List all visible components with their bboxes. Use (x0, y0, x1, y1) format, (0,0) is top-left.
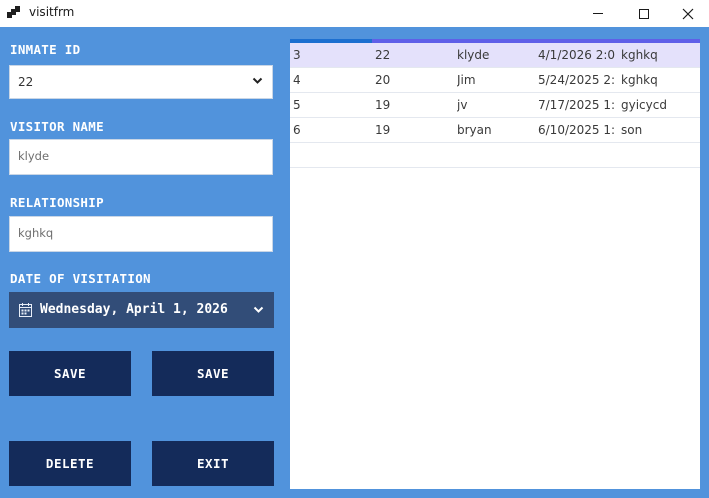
save-button[interactable]: SAVE (9, 351, 131, 396)
inmate-id-label: INMATE ID (10, 42, 81, 57)
inmate-id-combobox[interactable]: 22 (9, 65, 273, 99)
table-cell[interactable]: son (621, 123, 697, 137)
date-of-visitation-label: DATE OF VISITATION (10, 271, 151, 286)
form-client-area: INMATE ID 22 VISITOR NAME RELATIONSHIP D… (0, 27, 709, 498)
chevron-down-icon (253, 306, 264, 313)
visitor-name-input[interactable] (18, 149, 258, 163)
table-row[interactable]: 5 19 jv 7/17/2025 1:... gyicycd (290, 93, 700, 118)
table-cell[interactable]: Jim (457, 73, 533, 87)
table-row[interactable]: 3 22 klyde 4/1/2026 2:0... kghkq (290, 43, 700, 68)
table-cell[interactable]: 4 (293, 73, 369, 87)
table-cell[interactable]: bryan (457, 123, 533, 137)
table-cell[interactable]: 22 (375, 48, 451, 62)
table-cell[interactable]: 4/1/2026 2:0... (538, 48, 615, 62)
title-bar: visitfrm (0, 0, 709, 27)
table-cell[interactable]: 19 (375, 98, 451, 112)
table-cell[interactable]: kghkq (621, 48, 697, 62)
date-value: Wednesday, April 1, 2026 (40, 302, 228, 317)
table-row[interactable]: 6 19 bryan 6/10/2025 1:... son (290, 118, 700, 143)
table-row[interactable]: 4 20 Jim 5/24/2025 2:... kghkq (290, 68, 700, 93)
close-button[interactable] (667, 0, 709, 27)
grid-new-row[interactable] (290, 143, 700, 168)
relationship-input[interactable] (18, 226, 258, 240)
table-cell[interactable]: 5/24/2025 2:... (538, 73, 615, 87)
maximize-icon (639, 8, 649, 19)
table-cell[interactable]: 6/10/2025 1:... (538, 123, 615, 137)
date-of-visitation-picker[interactable]: Wednesday, April 1, 2026 (9, 292, 274, 328)
app-icon (7, 6, 21, 20)
table-cell[interactable]: klyde (457, 48, 533, 62)
table-cell[interactable]: gyicycd (621, 98, 697, 112)
save-button-2[interactable]: SAVE (152, 351, 274, 396)
relationship-field[interactable] (9, 216, 273, 252)
close-icon (682, 8, 694, 19)
chevron-down-icon (252, 77, 263, 84)
calendar-icon (19, 303, 32, 317)
maximize-button[interactable] (621, 0, 667, 27)
visits-data-grid[interactable]: 3 22 klyde 4/1/2026 2:0... kghkq 4 20 Jim 5/24/2… (290, 39, 700, 489)
visitor-name-field[interactable] (9, 139, 273, 175)
table-cell[interactable]: 6 (293, 123, 369, 137)
window-title: visitfrm (29, 5, 75, 19)
table-cell[interactable]: 19 (375, 123, 451, 137)
table-cell[interactable]: 7/17/2025 1:... (538, 98, 615, 112)
exit-button[interactable]: EXIT (152, 441, 274, 486)
table-cell[interactable]: 5 (293, 98, 369, 112)
inmate-id-value: 22 (18, 75, 34, 89)
relationship-label: RELATIONSHIP (10, 195, 104, 210)
table-cell[interactable]: 3 (293, 48, 369, 62)
delete-button[interactable]: DELETE (9, 441, 131, 486)
minimize-button[interactable] (575, 0, 621, 27)
table-cell[interactable]: 20 (375, 73, 451, 87)
minimize-icon (593, 13, 603, 14)
table-cell[interactable]: kghkq (621, 73, 697, 87)
table-cell[interactable]: jv (457, 98, 533, 112)
visitor-name-label: VISITOR NAME (10, 119, 104, 134)
